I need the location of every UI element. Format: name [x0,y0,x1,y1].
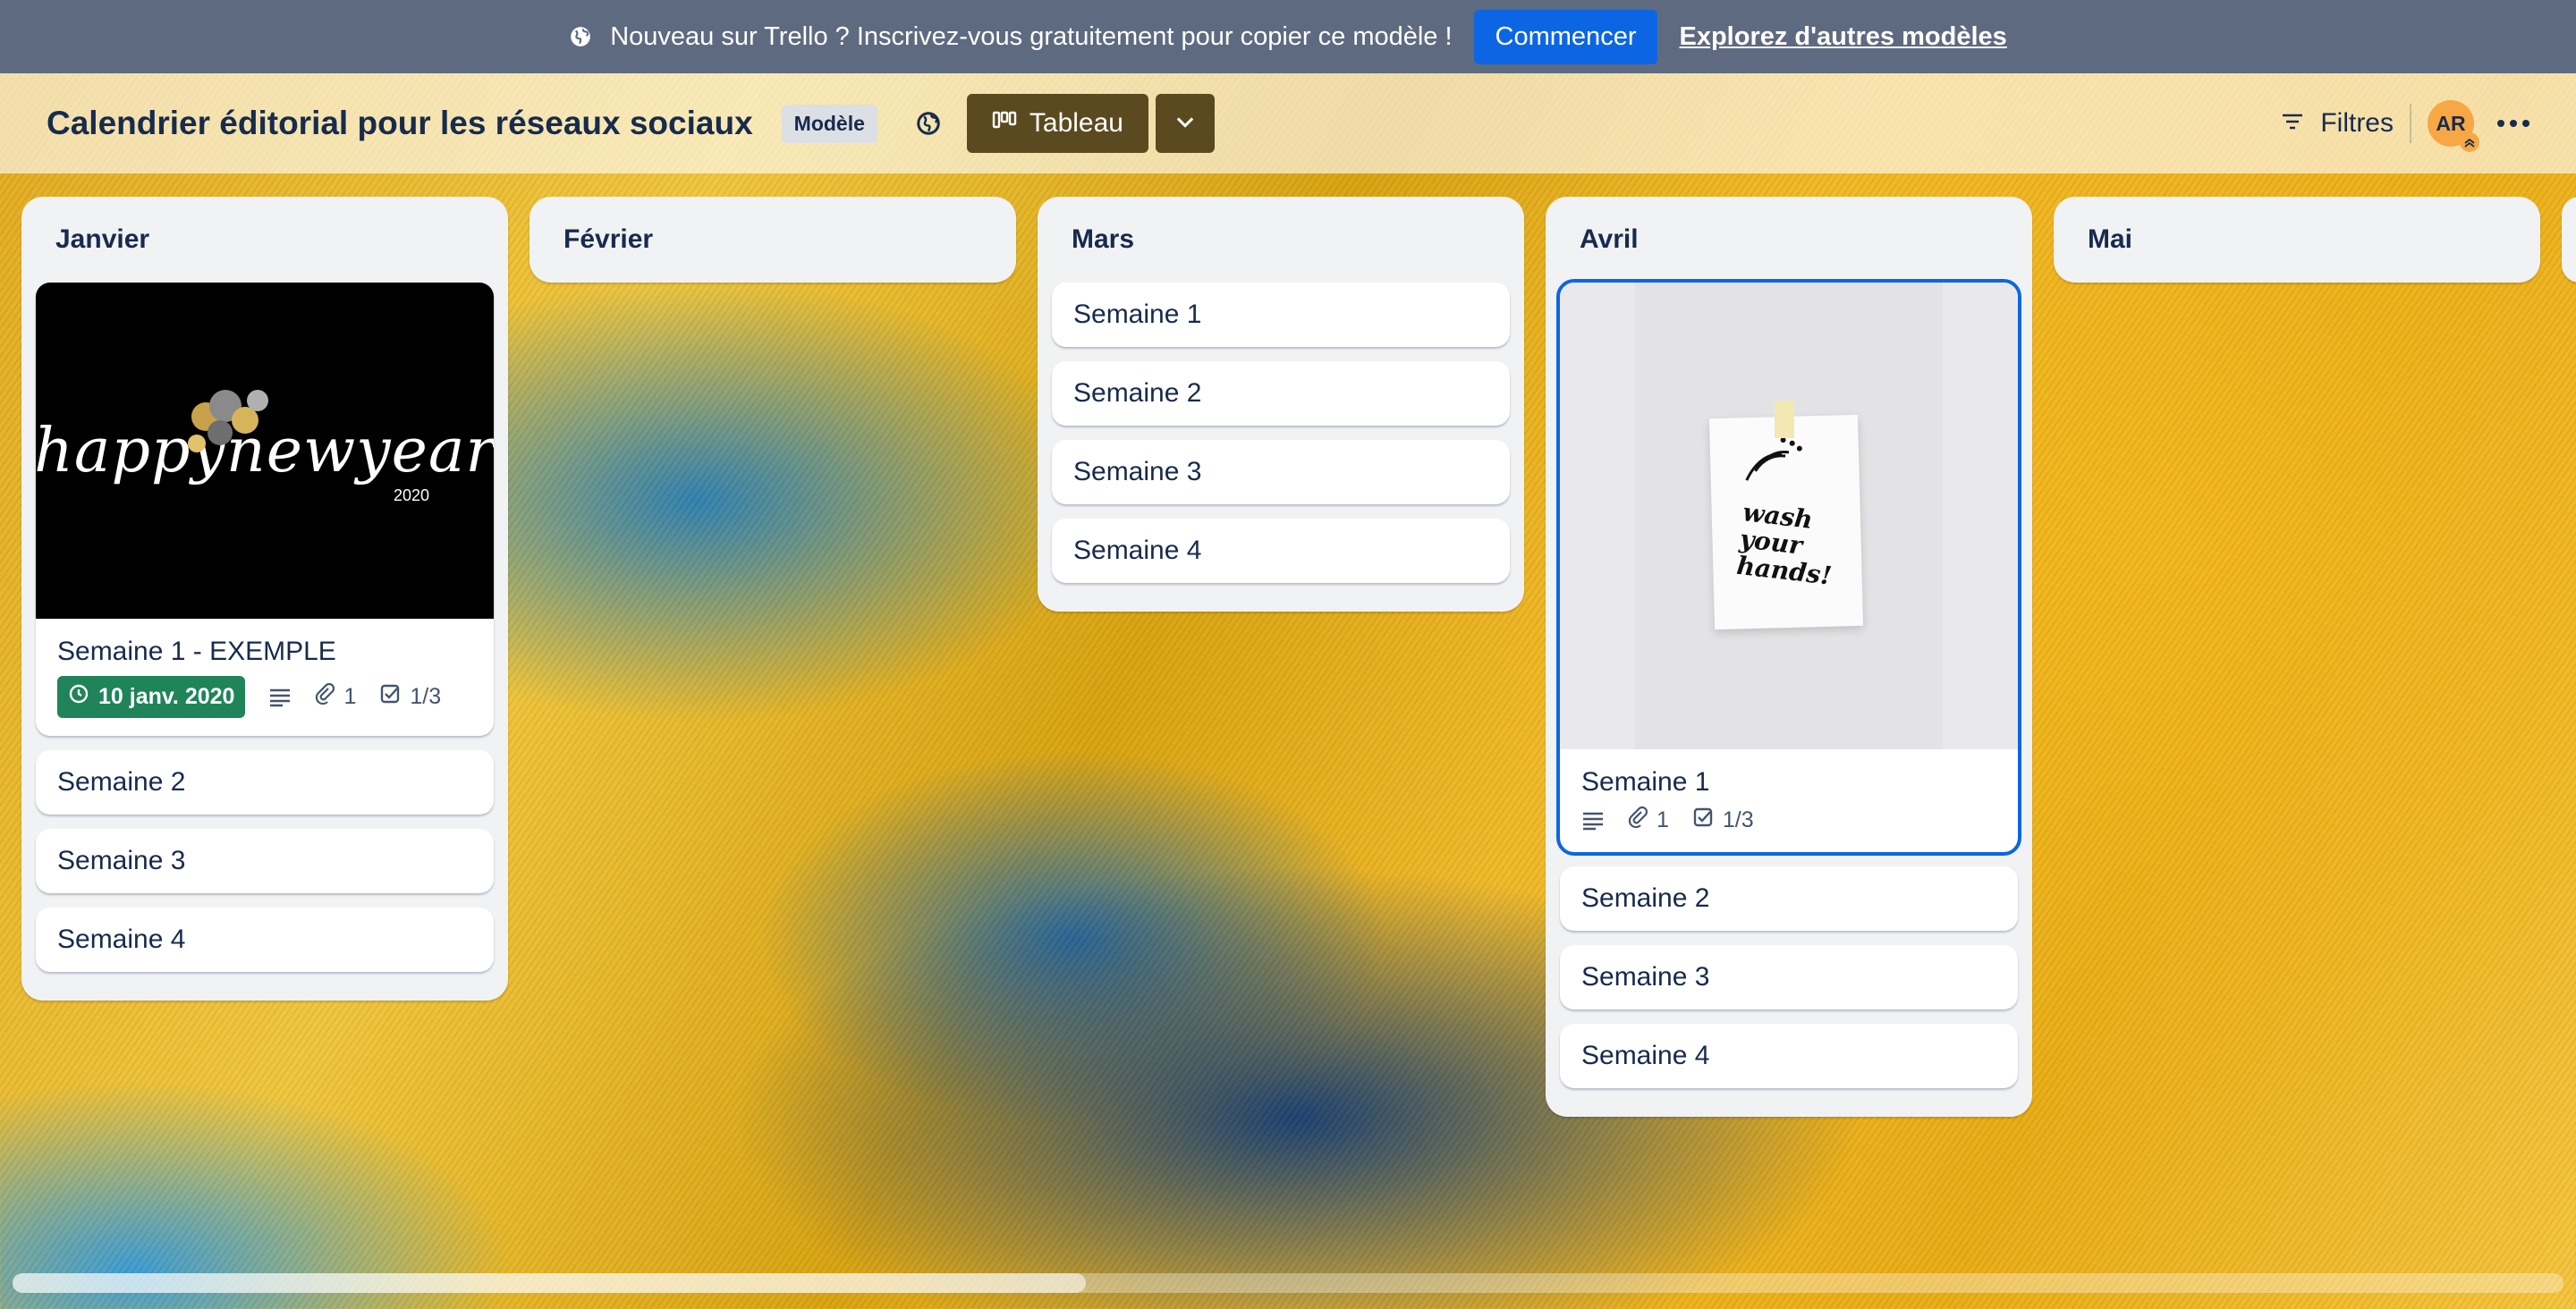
view-switcher-dropdown[interactable] [1155,94,1215,153]
card[interactable]: Semaine 2 [36,750,494,815]
card-cover-image: happynewyear 2020 [36,283,494,619]
list-avril[interactable]: Avril wash your hands! Semaine 1 1 1/3 S… [1546,197,2032,1117]
paperclip-icon [315,682,335,711]
avatar[interactable]: AR [2428,100,2479,152]
filter-icon [2281,108,2304,139]
card[interactable]: Semaine 4 [36,908,494,972]
description-icon [1581,811,1605,831]
card-title: Semaine 1 - EXEMPLE [57,637,336,666]
card[interactable]: Semaine 3 [1560,945,2018,1009]
board-view-button[interactable]: Tableau [966,94,1148,153]
poster-paper: wash your hands! [1708,414,1864,630]
chevron-down-icon [1173,109,1198,139]
checkbox-icon [1692,807,1714,834]
list-fevrier[interactable]: Février [530,197,1016,283]
template-badge: Modèle [781,104,877,143]
list-title[interactable]: Avril [1560,197,2018,283]
cover-text: wash your hands! [1734,497,1834,591]
filters-button[interactable]: Filtres [2281,108,2394,139]
list-mai[interactable]: Mai [2054,197,2540,283]
card[interactable]: Semaine 4 [1052,519,1510,583]
admin-chevron-icon [2460,132,2479,152]
card[interactable]: Semaine 2 [1560,866,2018,931]
checklist-badge: 1/3 [1692,807,1754,834]
card[interactable]: Semaine 4 [1560,1024,2018,1088]
description-icon [268,688,292,707]
more-menu-button[interactable] [2497,120,2529,127]
horizontal-scrollbar[interactable] [13,1273,2563,1293]
list-mars[interactable]: Mars Semaine 1 Semaine 2 Semaine 3 Semai… [1038,197,1524,612]
hand-icon [1745,437,1802,481]
signup-banner: Nouveau sur Trello ? Inscrivez-vous grat… [0,0,2576,73]
list-title[interactable]: Février [544,197,1002,283]
list-title[interactable]: Mars [1052,197,1510,283]
card-badges: 10 janv. 2020 1 1/3 [36,676,494,736]
attachments-badge: 1 [1628,806,1669,834]
banner-message: Nouveau sur Trello ? Inscrivez-vous grat… [610,21,1453,51]
checklist-badge: 1/3 [379,683,441,711]
board-view-label: Tableau [1029,108,1123,138]
card-cover-image: wash your hands! [1560,283,2018,749]
filters-label: Filtres [2320,108,2394,138]
board-view-icon [992,108,1017,139]
card[interactable]: Semaine 3 [36,829,494,893]
explore-templates-link[interactable]: Explorez d'autres modèles [1679,22,2006,52]
clock-icon [68,683,89,711]
globe-icon [569,25,592,48]
list-title[interactable]: Mai [2068,197,2526,283]
card[interactable]: Semaine 1 [1052,283,1510,347]
due-date-text: 10 janv. 2020 [98,684,235,709]
paperclip-icon [1628,806,1648,834]
board-title[interactable]: Calendrier éditorial pour les réseaux so… [47,105,753,142]
list-janvier[interactable]: Janvier happynewyear 2020 Semaine 1 - EX… [21,197,508,1001]
scrollbar-thumb[interactable] [13,1273,1086,1293]
list-title[interactable]: Janvier [36,197,494,283]
card-badges: 1 1/3 [1560,806,2018,852]
card[interactable]: happynewyear 2020 Semaine 1 - EXEMPLE 10… [36,283,494,736]
due-date-badge[interactable]: 10 janv. 2020 [57,676,246,718]
more-dots-icon [2497,120,2504,127]
card[interactable]: Semaine 2 [1052,361,1510,426]
header-divider [2410,104,2411,143]
list-next-partial[interactable] [2562,197,2576,283]
card[interactable]: wash your hands! Semaine 1 1 1/3 [1556,279,2021,856]
board-header: Calendrier éditorial pour les réseaux so… [0,73,2576,173]
cover-year: 2020 [393,486,429,504]
card[interactable]: Semaine 3 [1052,440,1510,504]
tape [1775,401,1794,438]
balloons-icon [188,390,268,452]
checkbox-icon [379,683,401,711]
start-button[interactable]: Commencer [1473,9,1658,64]
attachments-badge: 1 [315,682,356,711]
visibility-globe-icon[interactable] [915,110,942,137]
card-title: Semaine 1 [1581,767,1710,797]
